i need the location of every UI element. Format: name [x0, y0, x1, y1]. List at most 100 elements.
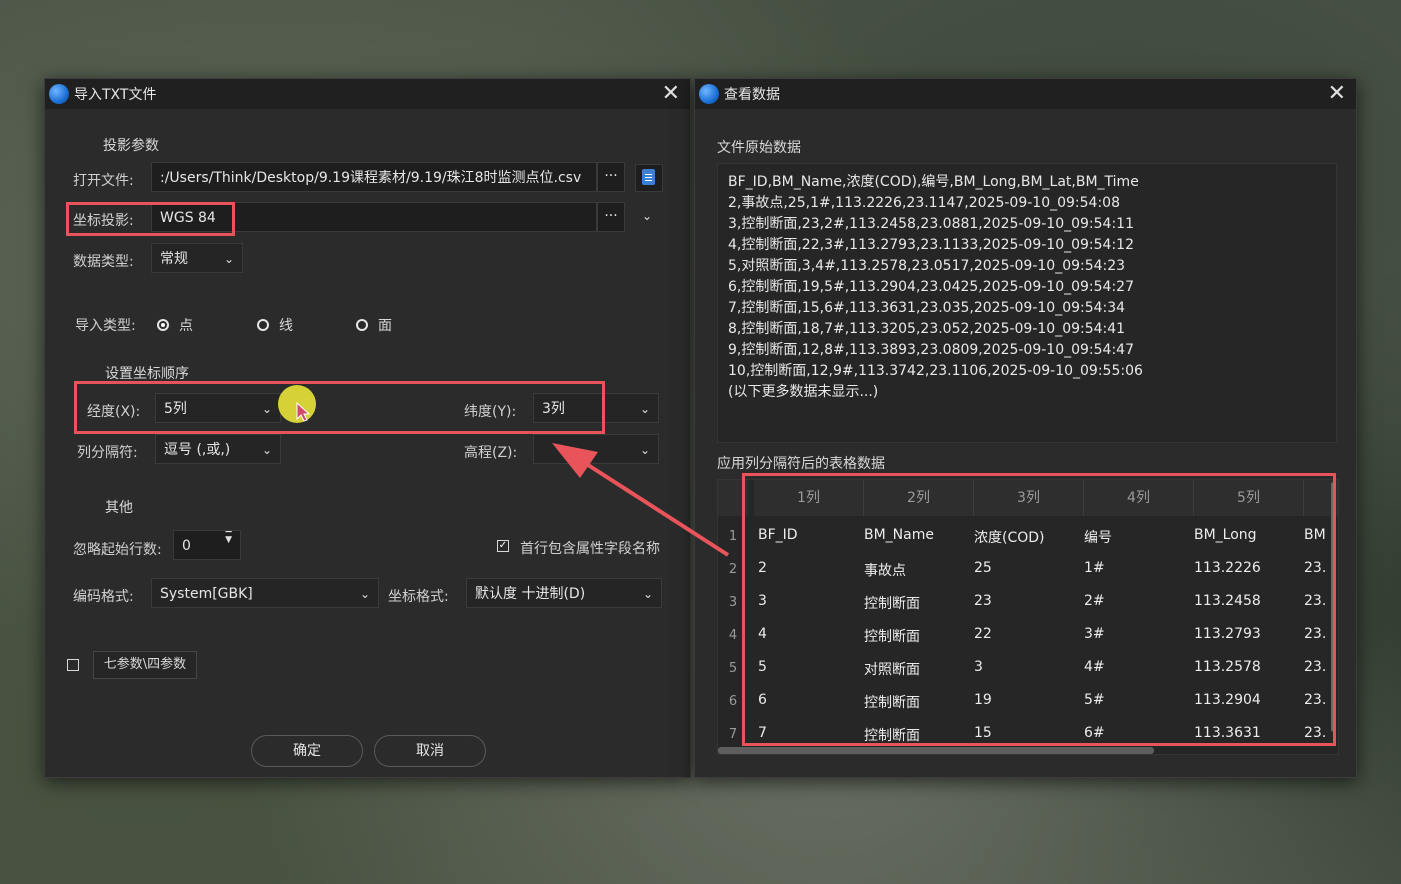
- table-cell[interactable]: 113.2458: [1194, 593, 1298, 609]
- table-cell[interactable]: 对照断面: [864, 659, 968, 679]
- raw-line: 10,控制断面,12,9#,113.3742,23.1106,2025-09-1…: [728, 363, 1143, 379]
- cancel-button[interactable]: 取消: [374, 735, 486, 767]
- table-cell[interactable]: 15: [974, 725, 1078, 741]
- chevron-down-icon: ⌄: [359, 587, 370, 601]
- raw-data-box[interactable]: BF_ID,BM_Name,浓度(COD),编号,BM_Long,BM_Lat,…: [717, 163, 1337, 443]
- table-cell[interactable]: 浓度(COD): [974, 527, 1078, 547]
- table-cell[interactable]: 6#: [1084, 725, 1188, 741]
- titlebar[interactable]: 查看数据 ✕: [695, 79, 1356, 109]
- separator-select[interactable]: 逗号 (,或,) ⌄: [155, 434, 281, 464]
- file-preview-icon[interactable]: [635, 164, 663, 192]
- data-type-select[interactable]: 常规 ⌄: [151, 243, 243, 273]
- open-file-input[interactable]: :/Users/Think/Desktop/9.19课程素材/9.19/珠江8时…: [151, 162, 597, 192]
- table-cell[interactable]: BM_Name: [864, 527, 968, 543]
- row-number: 4: [728, 628, 738, 643]
- encoding-label: 编码格式:: [73, 589, 134, 605]
- first-row-header-checkbox[interactable]: ✓: [497, 540, 509, 552]
- separator-label: 列分隔符:: [77, 445, 138, 461]
- table-cell[interactable]: 23.: [1304, 659, 1334, 675]
- seven-param-label: 七参数\四参数: [103, 657, 187, 672]
- encoding-value: System[GBK]: [160, 586, 253, 602]
- table-cell[interactable]: 113.2226: [1194, 560, 1298, 576]
- elevation-select[interactable]: ⌄: [533, 434, 659, 464]
- table-cell[interactable]: BM: [1304, 527, 1334, 543]
- titlebar[interactable]: 导入TXT文件 ✕: [45, 79, 690, 109]
- radio-line[interactable]: 线: [257, 315, 293, 335]
- table-cell[interactable]: 113.2904: [1194, 692, 1298, 708]
- table-cell[interactable]: 4: [758, 626, 862, 642]
- table-cell[interactable]: 25: [974, 560, 1078, 576]
- table-cell[interactable]: 23.: [1304, 593, 1334, 609]
- horizontal-scrollbar[interactable]: [718, 747, 1154, 754]
- row-number: 3: [728, 595, 738, 610]
- table-cell[interactable]: 23.: [1304, 560, 1334, 576]
- table-cell[interactable]: 5: [758, 659, 862, 675]
- close-icon[interactable]: ✕: [662, 82, 680, 106]
- table-cell[interactable]: BF_ID: [758, 527, 862, 543]
- table-cell[interactable]: 113.3631: [1194, 725, 1298, 741]
- table-cell[interactable]: 控制断面: [864, 692, 968, 712]
- seven-param-button[interactable]: 七参数\四参数: [93, 651, 197, 679]
- raw-data-label: 文件原始数据: [717, 140, 801, 156]
- coord-proj-chevron-down-icon[interactable]: ⌄: [642, 209, 652, 223]
- raw-line: (以下更多数据未显示...): [728, 384, 879, 400]
- table-cell[interactable]: 19: [974, 692, 1078, 708]
- table-cell[interactable]: 1#: [1084, 560, 1188, 576]
- radio-polygon[interactable]: 面: [356, 315, 392, 335]
- table-cell[interactable]: 23: [974, 593, 1078, 609]
- table-cell[interactable]: BM_Long: [1194, 527, 1298, 543]
- table-cell[interactable]: 3#: [1084, 626, 1188, 642]
- column-header[interactable]: 3列: [974, 480, 1084, 516]
- table-cell[interactable]: 23.: [1304, 626, 1334, 642]
- section-coord-order: 设置坐标顺序: [105, 366, 189, 382]
- column-header[interactable]: 4列: [1084, 480, 1194, 516]
- table-cell[interactable]: 113.2578: [1194, 659, 1298, 675]
- longitude-value: 5列: [164, 401, 187, 417]
- row-number: 5: [728, 661, 738, 676]
- table-cell[interactable]: 2: [758, 560, 862, 576]
- view-data-dialog: 查看数据 ✕ 文件原始数据 BF_ID,BM_Name,浓度(COD),编号,B…: [694, 78, 1357, 778]
- close-icon[interactable]: ✕: [1328, 82, 1346, 106]
- column-header[interactable]: 5列: [1194, 480, 1304, 516]
- table-cell[interactable]: 23.: [1304, 692, 1334, 708]
- table-cell[interactable]: 控制断面: [864, 593, 968, 613]
- table-cell[interactable]: 控制断面: [864, 626, 968, 646]
- seven-param-checkbox[interactable]: [67, 659, 79, 671]
- coord-format-select[interactable]: 默认度 十进制(D) ⌄: [466, 578, 662, 608]
- stepper-arrows-icon[interactable]: ▲▼: [225, 531, 232, 546]
- table-cell[interactable]: 控制断面: [864, 725, 968, 745]
- table-cell[interactable]: 113.2793: [1194, 626, 1298, 642]
- dialog-title: 导入TXT文件: [74, 87, 157, 103]
- column-header[interactable]: 2列: [864, 480, 974, 516]
- app-globe-icon: [49, 84, 69, 104]
- latitude-value: 3列: [542, 401, 565, 417]
- table-cell[interactable]: 事故点: [864, 560, 968, 580]
- open-file-browse-button[interactable]: ···: [597, 162, 625, 192]
- coord-proj-browse-button[interactable]: ···: [597, 202, 625, 232]
- encoding-select[interactable]: System[GBK] ⌄: [151, 578, 379, 608]
- table-cell[interactable]: 7: [758, 725, 862, 741]
- column-header[interactable]: 1列: [754, 480, 864, 516]
- mouse-pointer-icon: [296, 402, 310, 422]
- longitude-label: 经度(X):: [87, 404, 141, 420]
- table-cell[interactable]: 编号: [1084, 527, 1188, 547]
- coord-proj-label: 坐标投影:: [73, 213, 134, 229]
- ok-button[interactable]: 确定: [251, 735, 363, 767]
- table-cell[interactable]: 6: [758, 692, 862, 708]
- radio-point[interactable]: 点: [157, 315, 193, 335]
- longitude-select[interactable]: 5列 ⌄: [155, 393, 281, 423]
- table-cell[interactable]: 3: [974, 659, 1078, 675]
- latitude-select[interactable]: 3列 ⌄: [533, 393, 659, 423]
- table-cell[interactable]: 22: [974, 626, 1078, 642]
- table-cell[interactable]: 5#: [1084, 692, 1188, 708]
- vertical-scrollbar[interactable]: [1331, 482, 1336, 732]
- table-cell[interactable]: 3: [758, 593, 862, 609]
- coord-format-value: 默认度 十进制(D): [475, 586, 586, 602]
- skip-rows-stepper[interactable]: 0 ▲▼: [173, 530, 241, 560]
- table-cell[interactable]: 4#: [1084, 659, 1188, 675]
- table-cell[interactable]: 2#: [1084, 593, 1188, 609]
- latitude-label: 纬度(Y):: [464, 404, 517, 420]
- table-cell[interactable]: 23.: [1304, 725, 1334, 741]
- data-table[interactable]: 1列 2列 3列 4列 5列 1 BF_ID BM_Name 浓度(COD) 编号 BM_…: [717, 479, 1339, 755]
- coord-proj-input[interactable]: WGS 84: [151, 202, 597, 232]
